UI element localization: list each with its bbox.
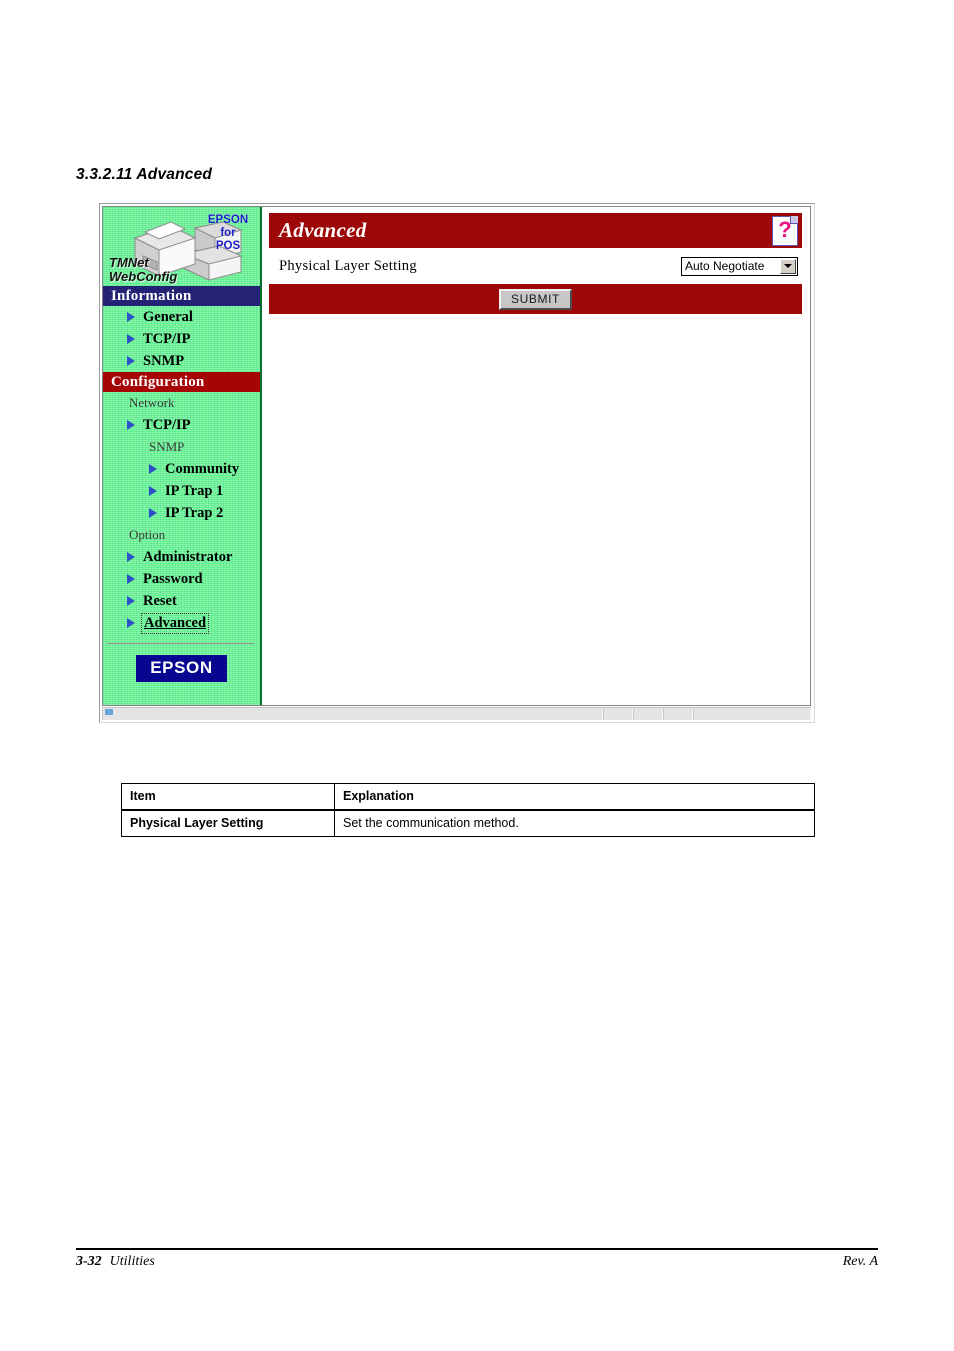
explanation-table: Item Explanation Physical Layer Setting … bbox=[121, 783, 815, 837]
status-bar-indicator-icon bbox=[105, 708, 113, 715]
browser-status-bar bbox=[102, 707, 811, 720]
status-bar-pane-2 bbox=[633, 708, 663, 720]
sidebar-item-advanced[interactable]: Advanced bbox=[103, 612, 260, 634]
page-footer: 3-32 Utilities Rev. A bbox=[76, 1254, 878, 1270]
sidebar-item-community[interactable]: Community bbox=[103, 458, 260, 480]
arrow-right-icon bbox=[127, 618, 135, 628]
sidebar-group-option: Option bbox=[129, 527, 166, 542]
sidebar-section-header-information: Information bbox=[103, 286, 260, 306]
table-header-row: Item Explanation bbox=[121, 783, 815, 811]
browser-viewport: EPSON for POS TMNet WebConfig Informatio… bbox=[102, 206, 811, 706]
status-bar-pane-1 bbox=[603, 708, 633, 720]
table-row: Physical Layer Setting Set the communica… bbox=[121, 809, 815, 837]
tmnet-webconfig-logo: TMNet WebConfig bbox=[109, 256, 177, 284]
epson-for-pos-logo: EPSON for POS bbox=[202, 214, 254, 253]
brand-for-text: for bbox=[220, 227, 236, 239]
table-cell-explanation: Set the communication method. bbox=[334, 809, 815, 837]
sidebar-divider bbox=[107, 643, 254, 644]
arrow-right-icon bbox=[127, 356, 135, 366]
sidebar-item-ip-trap-1[interactable]: IP Trap 1 bbox=[103, 480, 260, 502]
status-bar-message-pane bbox=[102, 708, 603, 720]
sidebar-item-snmp-info[interactable]: SNMP bbox=[103, 350, 260, 372]
arrow-right-icon bbox=[127, 596, 135, 606]
arrow-right-icon bbox=[149, 486, 157, 496]
footer-divider bbox=[76, 1248, 878, 1250]
arrow-right-icon bbox=[127, 334, 135, 344]
table-cell-item: Physical Layer Setting bbox=[121, 809, 335, 837]
arrow-right-icon bbox=[127, 574, 135, 584]
brand-epson-text: EPSON bbox=[207, 214, 249, 226]
arrow-right-icon bbox=[127, 552, 135, 562]
sidebar-item-reset[interactable]: Reset bbox=[103, 590, 260, 612]
physical-layer-setting-label: Physical Layer Setting bbox=[279, 257, 417, 274]
footer-page-number: 3-32 bbox=[76, 1254, 102, 1269]
submit-button[interactable]: SUBMIT bbox=[499, 288, 572, 310]
sidebar-item-label: Password bbox=[143, 570, 203, 587]
help-icon-question-mark: ? bbox=[778, 216, 792, 242]
sidebar-group-snmp: SNMP bbox=[149, 439, 185, 454]
brand-pos-text: POS bbox=[215, 240, 241, 252]
sidebar-item-label: Community bbox=[165, 460, 240, 477]
sidebar-navigation: EPSON for POS TMNet WebConfig Informatio… bbox=[103, 207, 262, 705]
sidebar-item-label: Reset bbox=[143, 592, 177, 609]
physical-layer-setting-row: Physical Layer Setting Auto Negotiate bbox=[269, 248, 802, 284]
sidebar-item-label: General bbox=[143, 308, 193, 325]
sidebar-item-label: TCP/IP bbox=[143, 416, 191, 433]
brand-tmnet-text: TMNet bbox=[109, 255, 149, 270]
footer-revision: Rev. A bbox=[842, 1254, 878, 1269]
arrow-right-icon bbox=[149, 464, 157, 474]
sidebar-item-label: IP Trap 2 bbox=[165, 504, 224, 521]
sidebar-item-general[interactable]: General bbox=[103, 306, 260, 328]
sidebar-item-password[interactable]: Password bbox=[103, 568, 260, 590]
sidebar-logo-block: EPSON for POS TMNet WebConfig bbox=[103, 208, 260, 286]
sidebar-footer-logo-wrap: EPSON bbox=[103, 655, 260, 682]
page-title: 3.3.2.11 Advanced bbox=[76, 166, 213, 183]
select-value: Auto Negotiate bbox=[685, 259, 765, 273]
status-bar-pane-3 bbox=[663, 708, 693, 720]
arrow-right-icon bbox=[127, 420, 135, 430]
sidebar-item-tcpip-info[interactable]: TCP/IP bbox=[103, 328, 260, 350]
page-banner: Advanced ? bbox=[269, 213, 802, 248]
footer-chapter-name: Utilities bbox=[109, 1254, 155, 1269]
help-question-icon[interactable]: ? bbox=[772, 215, 798, 246]
sidebar-item-administrator[interactable]: Administrator bbox=[103, 546, 260, 568]
sidebar-item-label: Administrator bbox=[143, 548, 233, 565]
browser-window: EPSON for POS TMNet WebConfig Informatio… bbox=[99, 203, 815, 723]
banner-title: Advanced bbox=[279, 218, 367, 242]
brand-webconfig-text: WebConfig bbox=[109, 269, 178, 284]
status-bar-zone-pane bbox=[693, 708, 811, 720]
sidebar-item-label: IP Trap 1 bbox=[165, 482, 224, 499]
sidebar-item-label: SNMP bbox=[143, 352, 185, 369]
sidebar-item-label: Advanced bbox=[140, 612, 210, 634]
table-header-item: Item bbox=[121, 783, 335, 811]
footer-left: 3-32 Utilities bbox=[76, 1254, 155, 1270]
submit-bar: SUBMIT bbox=[269, 284, 802, 314]
sidebar-item-tcpip-config[interactable]: TCP/IP bbox=[103, 414, 260, 436]
arrow-right-icon bbox=[149, 508, 157, 518]
chevron-down-icon[interactable] bbox=[780, 258, 796, 274]
physical-layer-setting-select[interactable]: Auto Negotiate bbox=[681, 256, 798, 276]
sidebar-item-ip-trap-2[interactable]: IP Trap 2 bbox=[103, 502, 260, 524]
content-pane: Advanced ? Physical Layer Setting Auto N… bbox=[262, 207, 810, 705]
epson-logo[interactable]: EPSON bbox=[136, 655, 227, 682]
arrow-right-icon bbox=[127, 312, 135, 322]
sidebar-group-network: Network bbox=[129, 395, 175, 410]
sidebar-section-header-configuration: Configuration bbox=[103, 372, 260, 392]
sidebar-item-label: TCP/IP bbox=[143, 330, 191, 347]
table-header-explanation: Explanation bbox=[334, 783, 815, 811]
